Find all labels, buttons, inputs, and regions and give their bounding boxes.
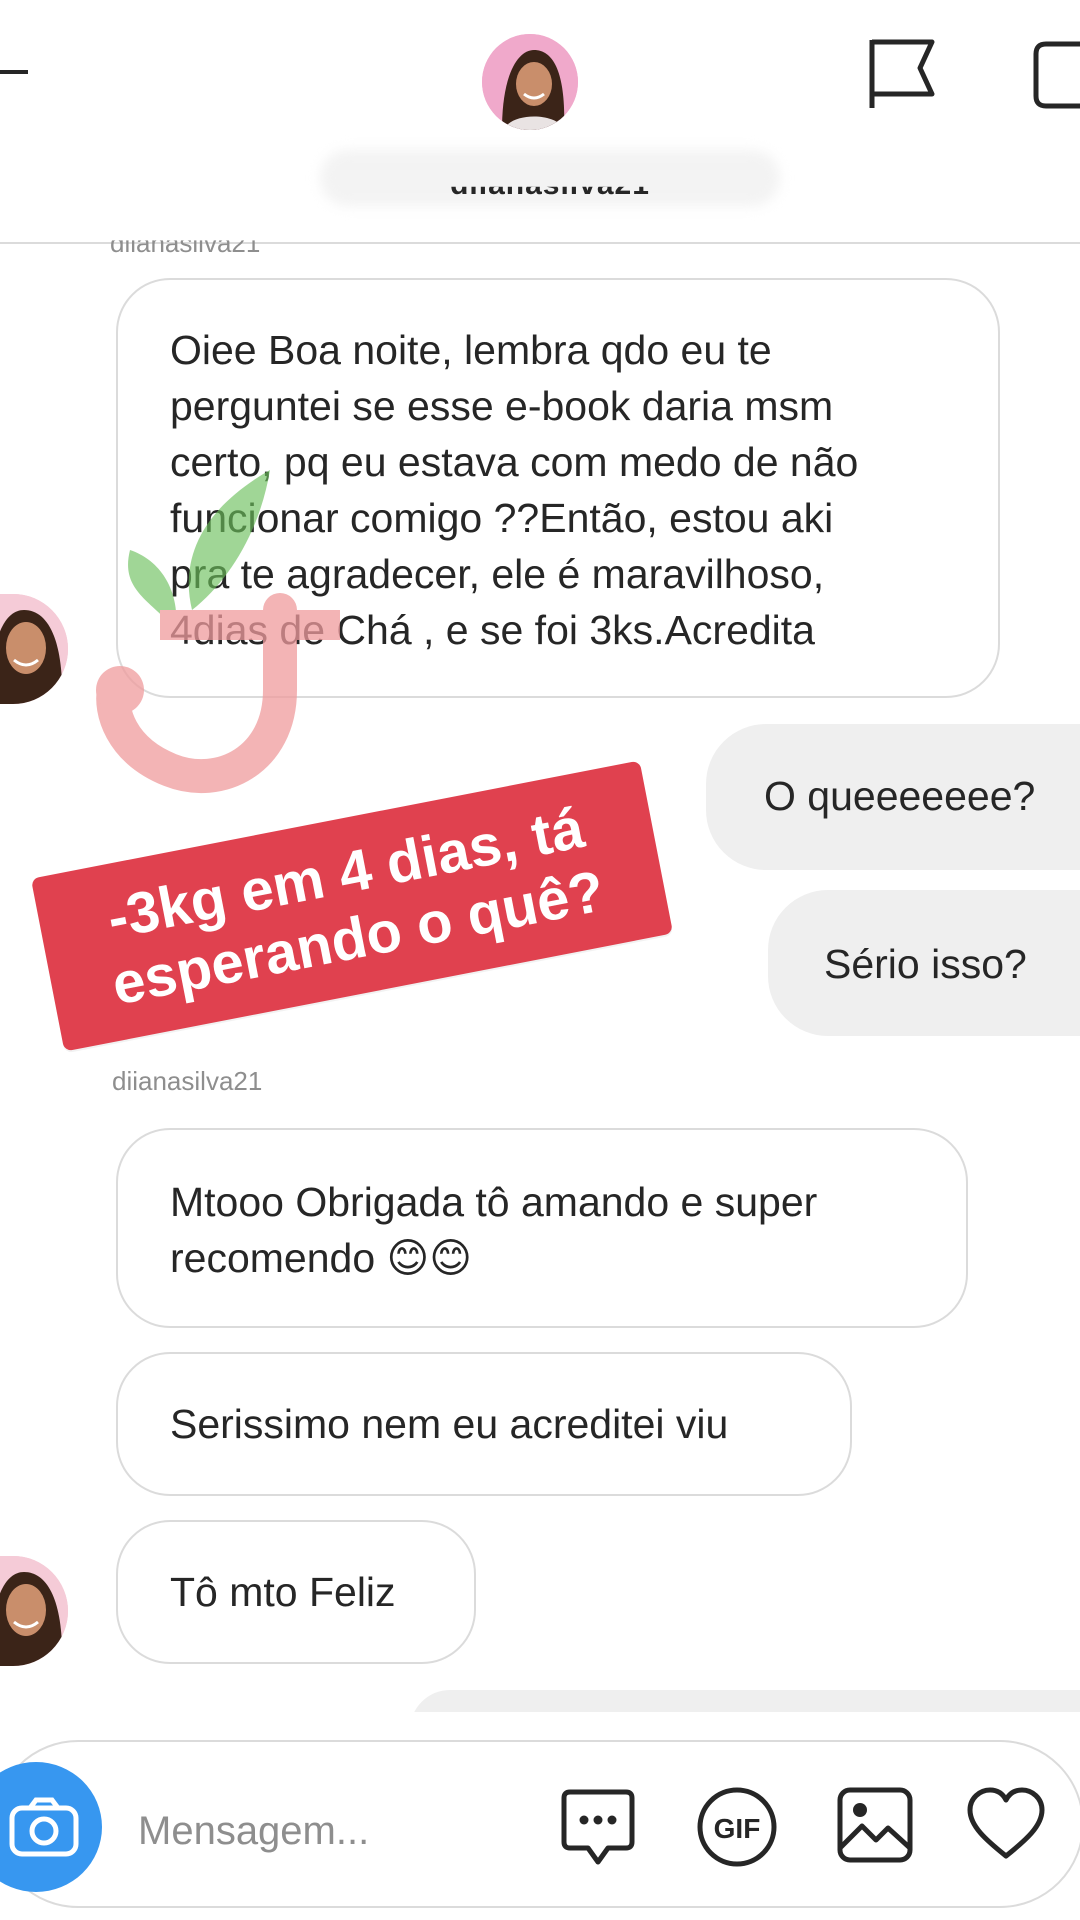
flag-icon[interactable] [868, 36, 940, 112]
message-text: Serissimo nem eu acreditei viu [170, 1401, 729, 1447]
back-arrow-icon[interactable] [0, 70, 28, 74]
message-bubble-incoming[interactable]: Mtooo Obrigada tô amando e super recomen… [116, 1128, 968, 1328]
message-line: perguntei se esse e-book daria msm [170, 383, 834, 429]
watermark-logo [96, 470, 340, 794]
message-bubble-incoming[interactable]: Serissimo nem eu acreditei viu [116, 1352, 852, 1496]
message-line: Oiee Boa noite, lembra qdo eu te [170, 327, 772, 373]
heart-icon[interactable] [966, 1786, 1046, 1862]
message-text: Tô mto Feliz [170, 1569, 396, 1615]
message-bubble-outgoing[interactable]: O queeeeeee? [706, 724, 1080, 870]
message-line: Mtooo Obrigada tô amando e super [170, 1179, 818, 1225]
message-bubble-outgoing[interactable]: Sério isso? [768, 890, 1080, 1036]
avatar[interactable] [0, 594, 68, 704]
message-text: Sério isso? [824, 941, 1027, 987]
message-line: recomendo 😊😊 [170, 1235, 472, 1281]
message-text: O queeeeeee? [764, 773, 1036, 819]
info-icon[interactable] [1032, 40, 1080, 110]
avatar[interactable] [0, 1556, 68, 1666]
message-bubble-incoming[interactable]: Tô mto Feliz [116, 1520, 476, 1664]
gif-icon[interactable]: GIF [694, 1786, 780, 1868]
avatar[interactable] [482, 34, 578, 130]
promo-sticker: -3kg em 4 dias, tá esperando o quê? [30, 760, 674, 1052]
message-input[interactable] [136, 1800, 520, 1862]
chat-icon[interactable] [560, 1786, 636, 1868]
image-icon[interactable] [836, 1786, 914, 1864]
gif-label: GIF [714, 1813, 761, 1844]
chat-header: diianasilva21 [0, 0, 1080, 244]
sender-username: diianasilva21 [112, 1066, 263, 1096]
camera-icon [9, 1797, 79, 1857]
